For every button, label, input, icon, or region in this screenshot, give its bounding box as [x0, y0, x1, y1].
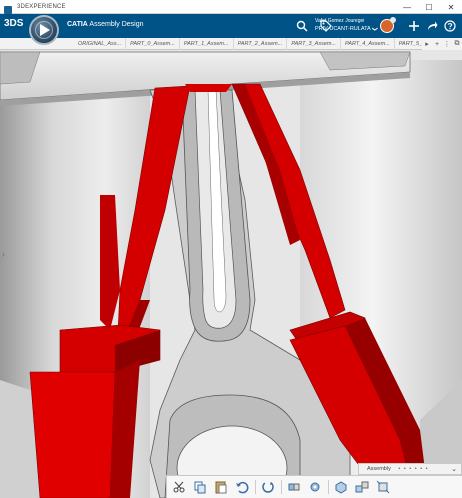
toolbar-separator	[328, 480, 329, 494]
app-title-rest: Assembly Design	[87, 21, 144, 28]
plus-icon[interactable]	[405, 17, 423, 35]
window-title-bar: 3DEXPERIENCE — ☐ ✕	[0, 0, 462, 14]
tag-icon[interactable]	[317, 17, 335, 35]
panel-expand-arrow[interactable]: ›	[2, 250, 5, 259]
window-controls: — ☐ ✕	[396, 0, 462, 14]
toolbar-separator	[281, 480, 282, 494]
banner-actions	[293, 14, 462, 38]
section-selector[interactable]: Assembly • • • • • • ⌄	[358, 463, 462, 475]
explode-icon[interactable]	[375, 479, 391, 495]
search-icon[interactable]	[293, 17, 311, 35]
app-icon	[3, 2, 13, 14]
tabs-scroll-icon[interactable]: ▸	[422, 40, 432, 48]
insert-part-icon[interactable]	[333, 479, 349, 495]
tab-part-3[interactable]: PART_3_Assem...	[287, 37, 342, 50]
tab-part-0[interactable]: PART_0_Assem...	[126, 37, 180, 50]
tab-part-2[interactable]: PART_2_Assem...	[234, 37, 288, 50]
app-title: CATIA Assembly Design	[67, 21, 144, 28]
toolbar-separator	[255, 480, 256, 494]
close-button[interactable]: ✕	[440, 0, 462, 14]
tab-part-4[interactable]: PART_4_Assem...	[341, 37, 395, 50]
tabs-tools: ▸ + ⋮ ⧉	[422, 38, 462, 50]
ds-logo: 3DS	[4, 18, 24, 29]
minimize-button[interactable]: —	[396, 0, 418, 14]
compass-button[interactable]	[29, 15, 59, 45]
tab-original[interactable]: ORIGINAL_Ass...	[74, 37, 127, 50]
action-bar	[166, 475, 462, 498]
undo-icon[interactable]	[234, 479, 250, 495]
play-icon	[40, 24, 50, 36]
app-title-bold: CATIA	[67, 21, 88, 28]
help-icon[interactable]	[441, 17, 459, 35]
window-title: 3DEXPERIENCE	[17, 3, 66, 10]
section-label: Assembly	[367, 466, 391, 472]
3d-scene	[0, 50, 462, 498]
tabs-menu-icon[interactable]: ⋮	[442, 40, 452, 48]
copy-icon[interactable]	[192, 479, 208, 495]
assembly-icon[interactable]	[354, 479, 370, 495]
section-dots: • • • • • •	[398, 466, 429, 472]
3d-viewport[interactable]: ›	[0, 50, 462, 498]
paste-icon[interactable]	[213, 479, 229, 495]
popout-icon[interactable]: ⧉	[452, 40, 462, 48]
snap-icon[interactable]	[307, 479, 323, 495]
cut-icon[interactable]	[171, 479, 187, 495]
tab-part-1[interactable]: PART_1_Assem...	[180, 37, 234, 50]
new-tab-icon[interactable]: +	[432, 41, 442, 48]
share-icon[interactable]	[423, 17, 441, 35]
chevron-down-icon[interactable]: ⌄	[451, 464, 457, 475]
constraint-icon[interactable]	[286, 479, 302, 495]
document-tabs-bar: ORIGINAL_Ass... PART_0_Assem... PART_1_A…	[0, 37, 462, 50]
update-icon[interactable]	[260, 479, 276, 495]
maximize-button[interactable]: ☐	[418, 0, 440, 14]
